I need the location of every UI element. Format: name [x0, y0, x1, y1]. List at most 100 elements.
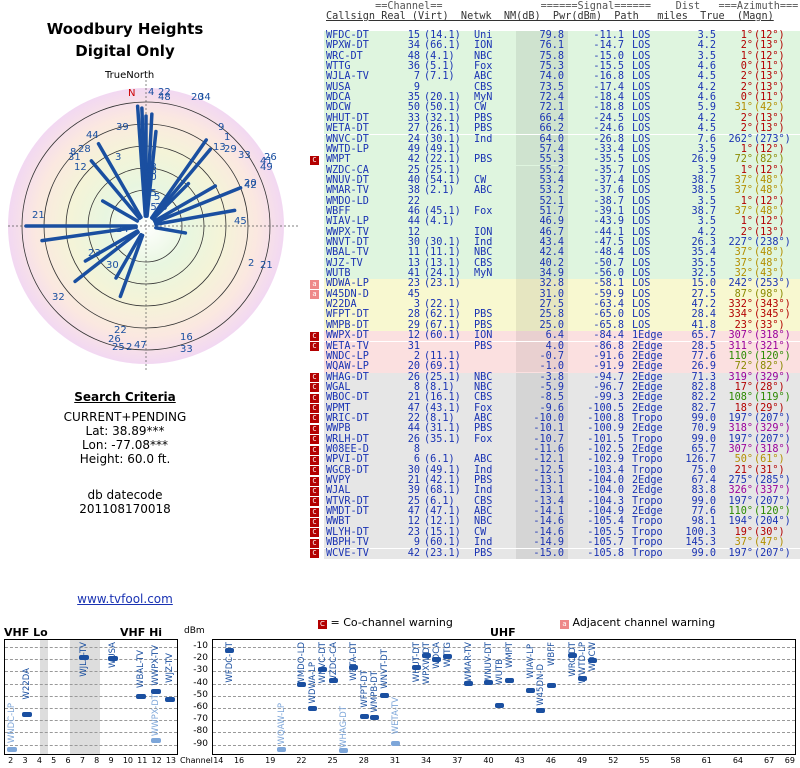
- cell-net: CBS: [474, 392, 493, 404]
- table-row[interactable]: WMPT 42 (22.1) PBS 55.3 -35.5 LOS 26.9 72° (82°): [324, 154, 800, 166]
- radar-channel-label: 21: [32, 210, 45, 221]
- cell-call: WCVE-TV: [326, 547, 369, 559]
- channel-bar-label: WDCW: [588, 642, 599, 672]
- vhf-tick: 12: [151, 756, 162, 765]
- channel-bar: [505, 678, 515, 684]
- cell-dist: 4.5: [697, 123, 716, 135]
- cell-nm: -15.0: [533, 547, 564, 559]
- co-channel-flag: C: [310, 342, 319, 351]
- cell-mag: (207°): [754, 547, 791, 559]
- channel-bar: [276, 746, 286, 752]
- table-row[interactable]: WBOC-DT 21 (16.1) CBS -8.5 -99.3 2Edge 82.2 108°…: [324, 392, 800, 404]
- table-row[interactable]: WMAR-TV 38 (2.1) ABC 53.2 -37.6 LOS 38.5 37° (48°…: [324, 185, 800, 197]
- channel-bar: [150, 688, 161, 694]
- cell-net: Fox: [474, 205, 493, 217]
- north-marker: N: [128, 88, 135, 99]
- antenna-height: Height: 60.0 ft.: [79, 452, 171, 466]
- cell-az: 72°: [734, 154, 753, 166]
- channel-bar-label: WJLA-TV: [78, 642, 89, 677]
- radar-channel-label: 25: [155, 202, 168, 213]
- uhf-tick: 52: [608, 756, 619, 765]
- table-row[interactable]: WETA-DT 27 (26.1) PBS 66.2 -24.6 LOS 4.5 2° (13°): [324, 123, 800, 135]
- co-channel-icon: C: [318, 620, 327, 629]
- cell-dist: 99.0: [691, 547, 716, 559]
- uhf-tick: 43: [514, 756, 525, 765]
- adjacent-channel-flag: a: [310, 290, 319, 300]
- radar-channel-label: 21: [260, 260, 273, 271]
- cell-net: PBS: [474, 340, 493, 352]
- table-row[interactable]: WCVE-TV 42 (23.1) PBS -15.0 -105.8 Tropo 99.0 19…: [324, 547, 800, 559]
- channel-bar-label: WNUV-DT: [484, 642, 495, 684]
- report-title-line2: Digital Only: [75, 42, 175, 60]
- uhf-tick: 22: [296, 756, 307, 765]
- cell-dist: 145.3: [685, 537, 716, 549]
- radar-channel-label: 45: [234, 216, 247, 227]
- uhf-tick: 25: [327, 756, 338, 765]
- table-row[interactable]: WBPH-TV 9 (60.1) Ind -14.9 -105.7 Tropo 145.3 37…: [324, 537, 800, 549]
- co-channel-flag: C: [310, 528, 319, 538]
- table-row[interactable]: WWPX-DT 12 (60.1) ION 6.4 -84.4 1Edge 65.7 307°(…: [324, 330, 800, 342]
- radar-channel-label: 16: [180, 332, 193, 343]
- channel-bar: [546, 682, 556, 688]
- channel-bar-label: WTTG: [442, 642, 453, 668]
- radar-channel-label: 12: [74, 162, 87, 173]
- co-channel-flag: C: [310, 538, 319, 548]
- adjacent-channel-legend: Adjacent channel warning: [572, 616, 716, 629]
- radar-channel-label: 4: [148, 87, 154, 98]
- dbm-tick: -50: [193, 689, 208, 700]
- channel-axis-label: Channel: [180, 756, 213, 765]
- uhf-chart: WFDC-DT WPXW-DT WRC-DT WTTG WDCA WDCW WHUT-DT W…: [212, 639, 796, 755]
- cell-path: LOS: [632, 154, 651, 166]
- db-datecode-value: 201108170018: [79, 502, 171, 516]
- table-row[interactable]: WQAW-LP 20 (69.1) -1.0 -91.9 2Edge 26.9 72° (82°…: [324, 361, 800, 373]
- cell-virt: (7.1): [424, 71, 455, 83]
- cell-real: 12: [407, 330, 420, 342]
- cell-net: MyN: [474, 268, 493, 280]
- cell-az: 72°: [734, 361, 753, 373]
- cell-net: ION: [474, 330, 493, 342]
- cell-path: 1Edge: [632, 330, 663, 342]
- co-channel-flag: C: [310, 393, 319, 403]
- cell-real: 21: [407, 392, 420, 404]
- channel-bar-label: WFDC-DT: [224, 642, 235, 683]
- radar-channel-label: 6: [140, 152, 146, 163]
- grid-line: [213, 744, 795, 746]
- cell-nm: 55.3: [539, 154, 564, 166]
- channel-bar-label: WQAW-LP: [276, 702, 287, 745]
- vhf-tick: 9: [108, 756, 114, 765]
- co-channel-flag: C: [310, 497, 319, 507]
- uhf-tick: 46: [545, 756, 556, 765]
- channel-bar: [21, 712, 32, 718]
- cell-mag: (318°): [754, 330, 791, 342]
- uhf-tick: 16: [233, 756, 245, 765]
- cell-mag: (119°): [754, 392, 791, 404]
- adjacent-channel-icon: a: [560, 620, 569, 629]
- vhf-hi-label: VHF Hi: [120, 626, 163, 639]
- cell-virt: (22.1): [424, 154, 461, 166]
- cell-pwr: -91.9: [593, 361, 624, 373]
- radar-channel-label: 33: [238, 150, 251, 161]
- cell-net: Fox: [474, 433, 493, 445]
- cell-real: 9: [413, 537, 420, 549]
- uhf-tick: 34: [421, 756, 432, 765]
- channel-bar: [164, 696, 175, 702]
- co-channel-flag: C: [310, 476, 319, 486]
- cell-pwr: -84.4: [593, 330, 624, 342]
- tvfool-link[interactable]: www.tvfool.com: [77, 592, 173, 606]
- uhf-tick: 61: [701, 756, 712, 765]
- channel-bar-label: WIAV-LP: [525, 644, 536, 679]
- cell-mag: (48°): [754, 185, 785, 197]
- uhf-tick: 37: [452, 756, 463, 765]
- uhf-tick: 64: [732, 756, 744, 765]
- cell-net: ABC: [474, 185, 493, 197]
- cell-virt: (2.1): [424, 185, 455, 197]
- radar-channel-label: 2: [126, 342, 132, 353]
- channel-bar-label: WWPX-TV: [150, 644, 161, 686]
- cell-nm: 6.4: [545, 330, 564, 342]
- channel-bar-label: WDWA-LP: [307, 661, 318, 704]
- cell-pwr: -105.7: [587, 537, 624, 549]
- cell-virt: (23.1): [424, 278, 461, 290]
- channel-bar-label: W45DN-D: [536, 663, 547, 706]
- radar-channel-label: 1: [224, 132, 230, 143]
- cell-call: WQAW-LP: [326, 361, 369, 373]
